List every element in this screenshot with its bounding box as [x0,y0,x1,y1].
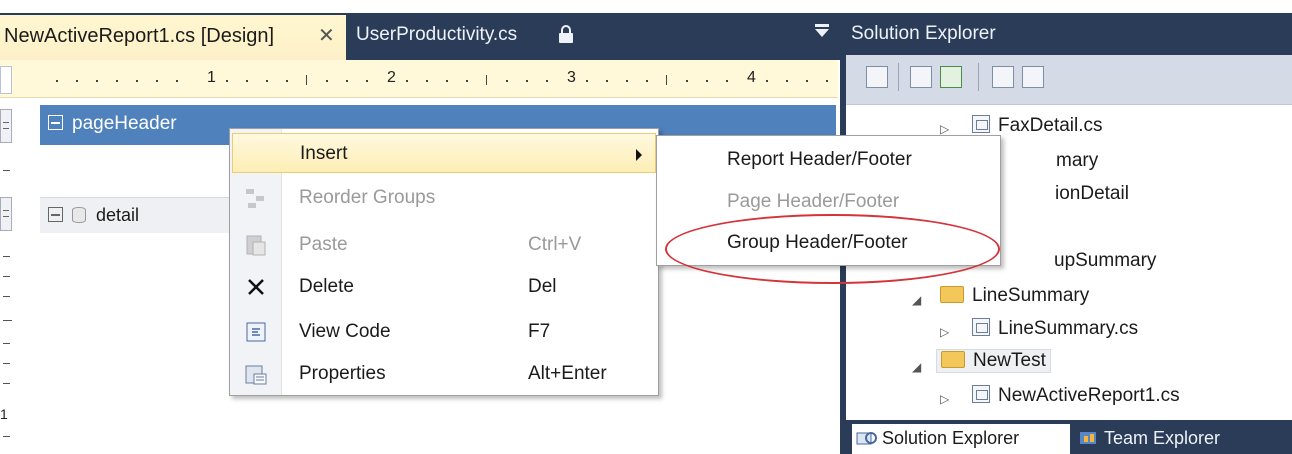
pageheader-label: pageHeader [72,113,177,134]
tab-userproductivity[interactable]: UserProductivity.cs [356,24,517,46]
ide-window: NewActiveReport1.cs [Design] ✕ UserProdu… [0,0,1292,454]
tree-item-newactivereport1[interactable]: NewActiveReport1.cs [972,385,1180,407]
tree-item-label: upSummary [1054,250,1157,271]
tab-team-explorer[interactable]: Team Explorer [1078,428,1220,449]
cs-file-icon [972,385,990,403]
tree-item-label: NewActiveReport1.cs [998,385,1180,406]
tree-item-summary[interactable]: mary [1056,150,1098,172]
menu-item-insert[interactable]: Insert [232,133,656,173]
ruler-label-1: 1 [207,69,216,86]
ruler-label-4: 4 [747,69,756,86]
ruler-label-3: 3 [567,69,576,86]
tab-newactivereport1-design[interactable]: NewActiveReport1.cs [Design] ✕ [0,15,346,60]
lock-icon [559,25,573,43]
tab-solution-explorer[interactable]: Solution Explorer [852,424,1070,454]
properties-toolbar-icon[interactable] [866,66,888,88]
submenu-item-report-header-footer[interactable]: Report Header/Footer [727,149,912,171]
collapse-arrow-icon[interactable]: ◢ [912,360,921,374]
tab-overflow-dropdown-icon[interactable] [815,22,829,38]
properties-icon [245,365,267,385]
menu-item-label: Paste [299,234,348,255]
detail-section-handle[interactable] [0,197,12,231]
menu-item-delete[interactable]: Delete Del [232,267,656,307]
menu-item-label: Delete [299,276,354,297]
delete-x-icon [248,279,264,295]
tab-label: Solution Explorer [882,428,1020,448]
vertical-ruler-label: 1 [0,406,8,422]
tree-item-label: mary [1056,150,1099,171]
toolbar-separator [898,63,899,91]
horizontal-ruler: 1 2 3 4 [42,66,838,94]
tree-item-label: LineSummary [972,285,1090,306]
menu-item-label: View Code [299,321,391,342]
menu-item-shortcut: Ctrl+V [528,234,582,255]
tree-item-detail[interactable]: ionDetail [1055,183,1129,205]
tree-item-faxdetail[interactable]: FaxDetail.cs [972,115,1103,137]
expand-icon[interactable]: ▷ [940,392,949,406]
view-code-icon [246,322,266,342]
tree-item-label: FaxDetail.cs [998,115,1103,136]
context-menu: Insert Reorder Groups Paste Ctrl+V Delet… [229,128,659,396]
submenu-arrow-icon [636,149,642,161]
expand-icon[interactable]: ▷ [940,325,949,339]
view-designer-icon[interactable] [1022,66,1044,88]
menu-item-reorder-groups[interactable]: Reorder Groups [232,178,656,218]
collapse-arrow-icon[interactable]: ◢ [912,293,921,307]
close-icon[interactable]: ✕ [318,23,335,48]
menu-item-shortcut: F7 [528,321,551,342]
tree-item-label: LineSummary.cs [998,318,1139,339]
paste-icon [246,235,266,256]
menu-item-view-code[interactable]: View Code F7 [232,312,656,352]
menu-item-label: Reorder Groups [299,187,436,208]
menu-item-shortcut: Alt+Enter [528,363,607,384]
toolbar-separator [978,63,979,91]
collapse-icon[interactable] [48,115,63,130]
cs-file-icon [972,318,990,336]
highlight-circle-annotation [665,214,1000,284]
menu-item-label: Insert [300,143,348,164]
expand-icon[interactable]: ▷ [940,122,949,136]
tab-label: NewActiveReport1.cs [Design] [4,25,275,47]
ruler-corner [0,66,12,94]
vertical-ruler: 1 [0,98,14,454]
ruler-label-2: 2 [387,69,396,86]
detail-label: detail [96,205,140,225]
refresh-icon[interactable] [940,66,962,88]
tree-item-newtest-folder[interactable]: NewTest [936,349,1051,373]
tree-item-groupsummary[interactable]: upSummary [1054,250,1156,272]
tree-item-linesummary-folder[interactable]: LineSummary [940,285,1089,307]
team-explorer-icon [1080,432,1096,444]
tab-label: Team Explorer [1104,428,1221,448]
tree-item-linesummary-cs[interactable]: LineSummary.cs [972,318,1138,340]
submenu-item-page-header-footer[interactable]: Page Header/Footer [727,191,899,213]
solution-explorer-title: Solution Explorer [851,23,996,44]
collapse-icon[interactable] [48,207,63,222]
detail-section-icon [72,207,86,223]
solution-explorer-icon [856,432,877,445]
view-code-toolbar-icon[interactable] [992,66,1014,88]
tree-item-label: ionDetail [1055,183,1129,204]
menu-item-properties[interactable]: Properties Alt+Enter [232,354,656,394]
folder-icon [941,351,965,368]
show-all-files-icon[interactable] [910,66,932,88]
pageheader-section-handle[interactable] [0,109,12,143]
tree-item-label: NewTest [973,350,1046,371]
cs-file-icon [972,115,990,133]
menu-item-shortcut: Del [528,276,557,297]
menu-item-paste[interactable]: Paste Ctrl+V [232,225,656,265]
menu-item-label: Properties [299,363,386,384]
folder-icon [940,286,964,303]
reorder-groups-icon [246,189,264,208]
detail-section-bar[interactable]: detail [40,197,260,233]
